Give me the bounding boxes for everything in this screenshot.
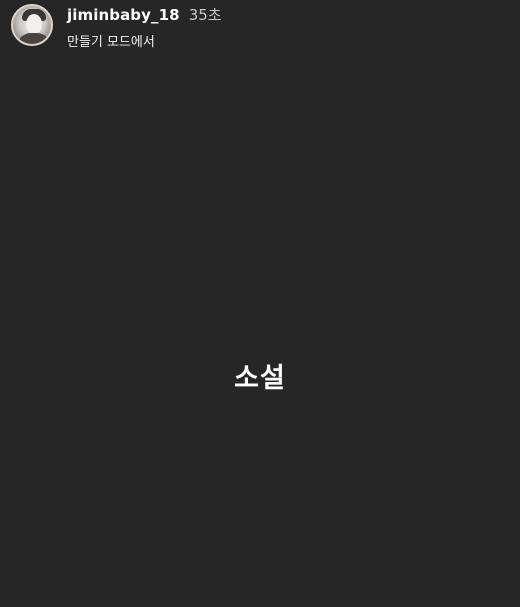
story-meta: jiminbaby_18 35초 만들기 모드에서 bbox=[67, 4, 222, 50]
avatar-face bbox=[26, 14, 42, 34]
story-header: jiminbaby_18 35초 만들기 모드에서 bbox=[11, 4, 222, 50]
story-subtitle: 만들기 모드에서 bbox=[67, 35, 155, 50]
story-text: 소설 bbox=[234, 363, 286, 394]
avatar[interactable] bbox=[11, 4, 53, 46]
username[interactable]: jiminbaby_18 bbox=[67, 6, 180, 24]
avatar-body bbox=[17, 33, 51, 44]
time-ago: 35초 bbox=[188, 6, 222, 24]
story-meta-line: jiminbaby_18 35초 bbox=[67, 4, 222, 25]
story-viewer[interactable]: jiminbaby_18 35초 만들기 모드에서 소설 bbox=[0, 0, 520, 607]
